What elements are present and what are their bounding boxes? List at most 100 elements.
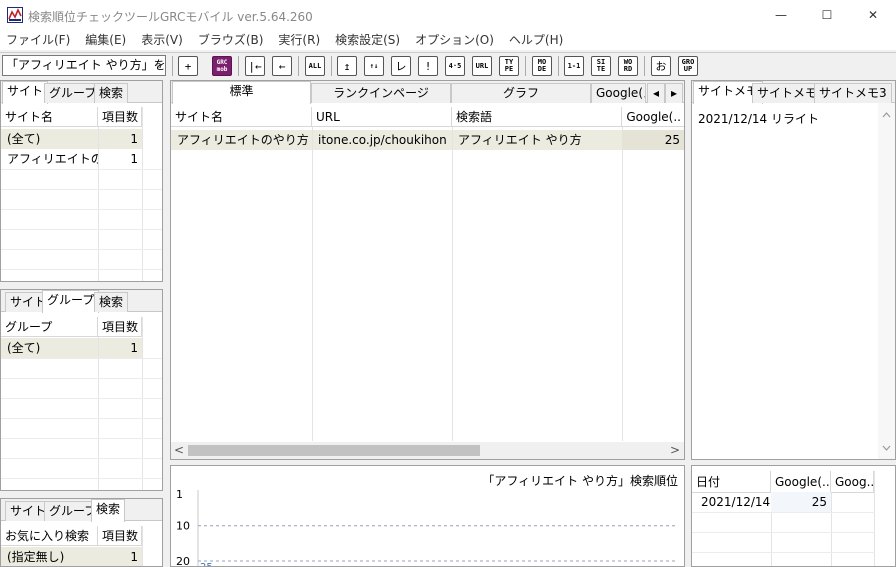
- tab-site[interactable]: サイト: [2, 81, 49, 104]
- grid-line: [1, 398, 162, 399]
- col-google-rank[interactable]: Google(..: [771, 471, 831, 493]
- tab-standard[interactable]: 標準: [172, 81, 311, 104]
- back-button[interactable]: ←: [272, 56, 292, 76]
- grid-line: [1, 229, 162, 230]
- toolbar: 「アフィリエイト やり方」を含む ⌵ + GRC mob |← ← ALL ↥ …: [0, 52, 896, 78]
- col-site-name[interactable]: サイト名: [1, 107, 98, 127]
- tab-group[interactable]: グループ: [42, 290, 100, 313]
- one-to-one-icon: 1-1: [567, 61, 581, 70]
- col-google-rank[interactable]: Google(..: [622, 107, 684, 127]
- tab-rank-in-page[interactable]: ランクインページ: [311, 83, 451, 103]
- chart-y-tick-label: 1: [176, 488, 183, 501]
- col-date[interactable]: 日付: [692, 471, 771, 493]
- site-panel: サイト グループ 検索 サイト名 項目数 (全て) 1 アフィリエイトのや.. …: [0, 80, 163, 282]
- back-arrow-icon: ←: [278, 59, 286, 73]
- scroll-left-arrow[interactable]: <: [173, 442, 185, 459]
- grid-line: [1, 418, 162, 419]
- mode-icon: MO DE: [537, 58, 547, 73]
- word-button[interactable]: WO RD: [618, 56, 638, 76]
- grid-line: [1, 458, 162, 459]
- first-icon: |←: [248, 59, 262, 73]
- first-button[interactable]: |←: [245, 56, 265, 76]
- grc-mobile-button[interactable]: GRC mob: [212, 56, 232, 76]
- tab-scroll-right[interactable]: ▸: [665, 83, 683, 103]
- tab-google-smartphone[interactable]: Google(スマ: [591, 83, 646, 103]
- rank-chart: 1 10 20 25: [176, 488, 676, 566]
- type-button[interactable]: TY PE: [499, 56, 519, 76]
- col-count[interactable]: 項目数: [98, 107, 142, 127]
- search-panel-tabs: サイト グループ 検索: [1, 499, 162, 522]
- toolbar-separator: [172, 56, 173, 76]
- maximize-button[interactable]: ☐: [804, 0, 850, 30]
- upload-button[interactable]: ↥: [337, 56, 357, 76]
- alert-button[interactable]: !: [418, 56, 438, 76]
- scrollbar-thumb[interactable]: [188, 445, 480, 456]
- minimize-icon: —: [775, 8, 787, 22]
- mode-button[interactable]: MO DE: [532, 56, 552, 76]
- tab-group[interactable]: グループ: [44, 83, 102, 103]
- toolbar-separator: [331, 56, 332, 76]
- chart-y-tick-label: 10: [176, 520, 190, 533]
- rank-chart-panel: 「アフィリエイト やり方」検索順位 1102025: [170, 465, 685, 567]
- favorite-button[interactable]: お: [651, 56, 671, 76]
- grid-line: [1, 249, 162, 250]
- horizontal-scrollbar[interactable]: < >: [171, 442, 684, 459]
- vertical-scrollbar[interactable]: [878, 103, 895, 459]
- grid-line: [692, 532, 875, 533]
- title-bar: 検索順位チェックツールGRCモバイル ver.5.64.260 — ☐ ✕: [0, 0, 896, 30]
- menu-help[interactable]: ヘルプ(H): [503, 30, 563, 50]
- col-site-name[interactable]: サイト名: [171, 107, 312, 127]
- sort-button[interactable]: ↑↓: [364, 56, 384, 76]
- col-count[interactable]: 項目数: [98, 526, 142, 546]
- tab-scroll-left[interactable]: ◂: [647, 83, 665, 103]
- close-button[interactable]: ✕: [850, 0, 896, 30]
- app-icon: [7, 7, 23, 23]
- memo-panel-tabs: サイトメモ サイトメモ2 サイトメモ3: [692, 81, 895, 104]
- col-count[interactable]: 項目数: [98, 317, 142, 337]
- upload-icon: ↥: [343, 59, 351, 73]
- add-button[interactable]: +: [178, 56, 198, 76]
- scroll-down-icon[interactable]: [882, 445, 891, 451]
- group-panel-tabs: サイト グループ 検索: [1, 290, 162, 313]
- site-panel-tabs: サイト グループ 検索: [1, 81, 162, 104]
- col-goog[interactable]: Goog..: [831, 471, 874, 493]
- scroll-up-icon[interactable]: [882, 112, 891, 118]
- menu-run[interactable]: 実行(R): [272, 30, 320, 50]
- menu-search-settings[interactable]: 検索設定(S): [329, 30, 400, 50]
- col-keyword[interactable]: 検索語: [452, 107, 622, 127]
- filter-select[interactable]: 「アフィリエイト やり方」を含む ⌵: [2, 55, 166, 76]
- site-name-cell: アフィリエイトのやり方: [177, 133, 309, 147]
- col-group[interactable]: グループ: [1, 317, 98, 337]
- site-name-cell: アフィリエイトのや..: [7, 152, 98, 166]
- group-panel: サイト グループ 検索 グループ 項目数 (全て) 1: [0, 289, 163, 491]
- tab-graph[interactable]: グラフ: [451, 83, 591, 103]
- memo-panel: サイトメモ サイトメモ2 サイトメモ3 2021/12/14 リライト: [691, 80, 896, 460]
- site-button[interactable]: SI TE: [591, 56, 611, 76]
- alert-icon: !: [424, 59, 432, 73]
- menu-view[interactable]: 表示(V): [135, 30, 183, 50]
- tab-search[interactable]: 検索: [91, 499, 126, 522]
- all-button[interactable]: ALL: [305, 56, 325, 76]
- menu-file[interactable]: ファイル(F): [0, 30, 70, 50]
- tab-site-memo-3[interactable]: サイトメモ3: [814, 83, 892, 103]
- menu-options[interactable]: オプション(O): [409, 30, 494, 50]
- rank-range-button[interactable]: 4·5: [445, 56, 465, 76]
- menu-edit[interactable]: 編集(E): [79, 30, 126, 50]
- tab-search[interactable]: 検索: [94, 292, 129, 312]
- col-favorite-search[interactable]: お気に入り検索: [1, 526, 98, 546]
- minimize-button[interactable]: —: [758, 0, 804, 30]
- menu-browse[interactable]: ブラウズ(B): [192, 30, 264, 50]
- col-url[interactable]: URL: [312, 107, 452, 127]
- one-to-one-button[interactable]: 1-1: [564, 56, 584, 76]
- keyword-cell: アフィリエイト やり方: [458, 133, 582, 147]
- scroll-right-arrow[interactable]: >: [669, 442, 681, 459]
- grid-line: [1, 269, 162, 270]
- group-button[interactable]: GRO UP: [678, 56, 698, 76]
- check-button[interactable]: レ: [391, 56, 411, 76]
- maximize-icon: ☐: [821, 8, 833, 22]
- grid-line: [692, 512, 875, 513]
- url-button[interactable]: URL: [472, 56, 492, 76]
- tab-search[interactable]: 検索: [94, 83, 129, 103]
- memo-text[interactable]: 2021/12/14 リライト: [698, 110, 819, 127]
- site-name-cell: (全て): [7, 132, 41, 146]
